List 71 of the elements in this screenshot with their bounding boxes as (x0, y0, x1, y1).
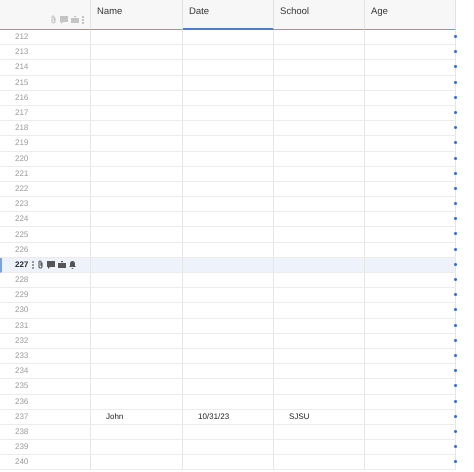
row-marker-icon (454, 202, 457, 206)
column-header[interactable]: School (274, 0, 365, 30)
row-number: 232 (0, 334, 91, 349)
row-marker-icon (454, 35, 457, 38)
table-cell: John (91, 410, 183, 425)
column-header[interactable]: Age (365, 0, 456, 30)
row-number: 217 (0, 106, 91, 122)
row-marker-icon (454, 293, 457, 296)
row-marker-icon (454, 338, 457, 342)
row-number: 224 (0, 212, 91, 228)
table-cell: SJSU (274, 410, 365, 425)
row-number: 225 (0, 227, 91, 243)
row-marker-icon (454, 414, 457, 418)
row-number: 230 (0, 303, 91, 319)
row-marker-icon (454, 172, 457, 175)
row-number: 215 (0, 76, 91, 91)
row-marker-icon (454, 217, 457, 220)
bell-icon[interactable] (69, 260, 76, 269)
row-marker-icon (454, 324, 457, 327)
row-number: 223 (0, 197, 91, 212)
row-number: 238 (0, 424, 91, 440)
paperclip-icon[interactable] (50, 15, 57, 24)
drag-handle-icon[interactable] (32, 260, 34, 269)
row-number: 213 (0, 45, 91, 60)
drag-handle-icon[interactable] (82, 16, 84, 24)
row-marker-icon (454, 278, 457, 281)
table-cell: 10/31/23 (183, 410, 274, 425)
row-marker-icon (454, 65, 457, 68)
row-number: 236 (0, 394, 91, 410)
row-marker-icon (454, 248, 457, 251)
comment-icon[interactable] (47, 260, 56, 269)
paperclip-icon[interactable] (37, 260, 44, 270)
row-marker-icon (454, 141, 457, 144)
row-number: 214 (0, 60, 91, 76)
row-marker-icon (454, 369, 457, 372)
row-marker-icon (454, 308, 457, 312)
row-number: 228 (0, 273, 91, 288)
row-number: 240 (0, 455, 91, 470)
row-number: 227 (0, 258, 91, 273)
row-marker-icon (454, 354, 457, 357)
row-marker-icon (454, 50, 457, 54)
row-number: 218 (0, 121, 91, 136)
row-number: 222 (0, 182, 91, 198)
row-marker-icon (454, 186, 457, 190)
row-number: 216 (0, 90, 91, 106)
row-marker-icon (454, 262, 457, 266)
row-number: 239 (0, 440, 91, 456)
row-marker-icon (454, 110, 457, 114)
row-number: 235 (0, 379, 91, 394)
row-number: 233 (0, 348, 91, 364)
row-number: 219 (0, 136, 91, 152)
row-marker-icon (454, 384, 457, 388)
row-marker-icon (454, 96, 457, 99)
row-number: 231 (0, 318, 91, 334)
row-number: 229 (0, 288, 91, 304)
column-header[interactable]: Name (91, 0, 183, 30)
row-marker-icon (454, 156, 457, 160)
row-marker-icon (454, 232, 457, 236)
row-number: 234 (0, 364, 91, 380)
row-marker-icon (454, 80, 457, 84)
row-number: 220 (0, 152, 91, 167)
row-marker-icon (454, 126, 457, 130)
row-marker-icon (454, 430, 457, 433)
row-number: 221 (0, 166, 91, 182)
row-marker-icon (454, 400, 457, 402)
row-marker-icon (454, 460, 457, 464)
briefcase-icon[interactable] (58, 261, 66, 268)
column-header[interactable]: Date (183, 0, 274, 30)
row-marker-icon (454, 445, 457, 448)
row-number: 212 (0, 30, 91, 46)
row-number: 237 (0, 410, 91, 425)
